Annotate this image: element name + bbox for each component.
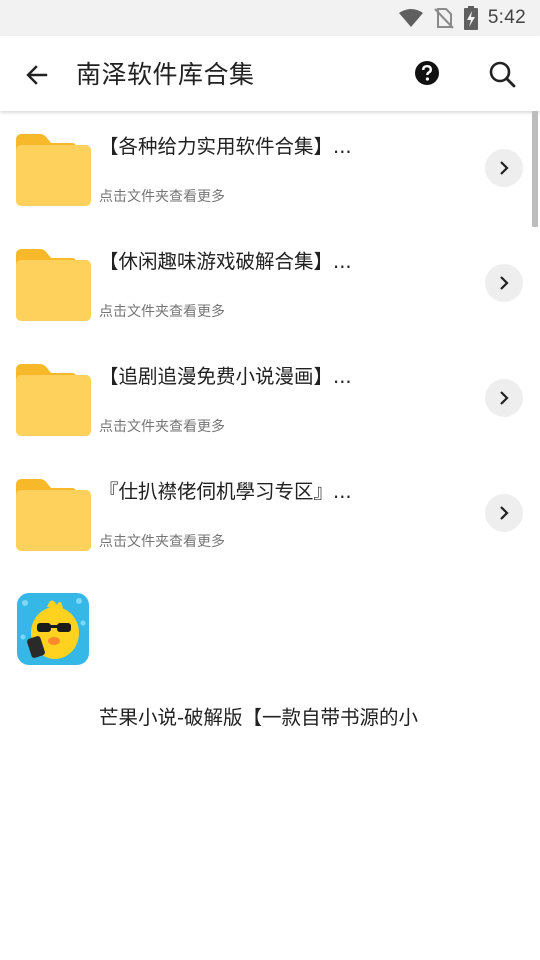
clock: 5:42 bbox=[487, 7, 526, 28]
folder-icon bbox=[16, 364, 91, 436]
folder-title: 【休闲趣味游戏破解合集】... bbox=[99, 250, 352, 273]
app-item[interactable]: 芒果小说-破解版【一款自带书源的小 bbox=[0, 571, 540, 729]
folder-icon bbox=[16, 479, 91, 551]
battery-charging-icon bbox=[463, 6, 478, 30]
chevron-right-icon bbox=[500, 391, 509, 405]
search-icon bbox=[489, 61, 516, 88]
folder-item[interactable]: 『仕扒襟佬伺机學习专区』... 点击文件夹查看更多 bbox=[0, 456, 540, 571]
help-button[interactable] bbox=[411, 57, 443, 89]
folder-item[interactable]: 【追剧追漫免费小说漫画】... 点击文件夹查看更多 bbox=[0, 341, 540, 456]
app-bar: 南泽软件库合集 bbox=[0, 36, 540, 111]
status-icons: 5:42 bbox=[398, 6, 526, 30]
chevron-right-icon bbox=[500, 276, 509, 290]
folder-subtitle: 点击文件夹查看更多 bbox=[99, 304, 225, 320]
file-list: 【各种给力实用软件合集】... 点击文件夹查看更多 【休闲趣味游戏破解合集】..… bbox=[0, 111, 540, 960]
folder-icon bbox=[16, 134, 91, 206]
folder-title: 『仕扒襟佬伺机學习专区』... bbox=[99, 480, 352, 503]
folder-icon bbox=[16, 249, 91, 321]
mango-novel-app-icon bbox=[17, 593, 89, 665]
folder-item[interactable]: 【休闲趣味游戏破解合集】... 点击文件夹查看更多 bbox=[0, 226, 540, 341]
folder-title: 【各种给力实用软件合集】... bbox=[99, 135, 352, 158]
app-title-line1: 芒果小说-破解版【一款自带书源的小 bbox=[99, 706, 419, 729]
folder-item[interactable]: 【各种给力实用软件合集】... 点击文件夹查看更多 bbox=[0, 111, 540, 226]
back-button[interactable] bbox=[20, 58, 54, 92]
status-bar: 5:42 bbox=[0, 0, 540, 36]
chevron-right-icon bbox=[500, 161, 509, 175]
folder-subtitle: 点击文件夹查看更多 bbox=[99, 419, 225, 435]
search-button[interactable] bbox=[485, 57, 519, 91]
page-title: 南泽软件库合集 bbox=[76, 60, 255, 89]
back-arrow-icon bbox=[26, 65, 48, 85]
open-folder-button[interactable] bbox=[485, 494, 523, 532]
open-folder-button[interactable] bbox=[485, 379, 523, 417]
folder-subtitle: 点击文件夹查看更多 bbox=[99, 534, 225, 550]
open-folder-button[interactable] bbox=[485, 264, 523, 302]
folder-subtitle: 点击文件夹查看更多 bbox=[99, 189, 225, 205]
folder-title: 【追剧追漫免费小说漫画】... bbox=[99, 365, 352, 388]
open-folder-button[interactable] bbox=[485, 149, 523, 187]
chevron-right-icon bbox=[500, 506, 509, 520]
help-icon bbox=[415, 61, 439, 85]
no-sim-icon bbox=[434, 8, 454, 29]
scrollbar[interactable] bbox=[532, 111, 538, 227]
wifi-icon bbox=[398, 9, 423, 27]
